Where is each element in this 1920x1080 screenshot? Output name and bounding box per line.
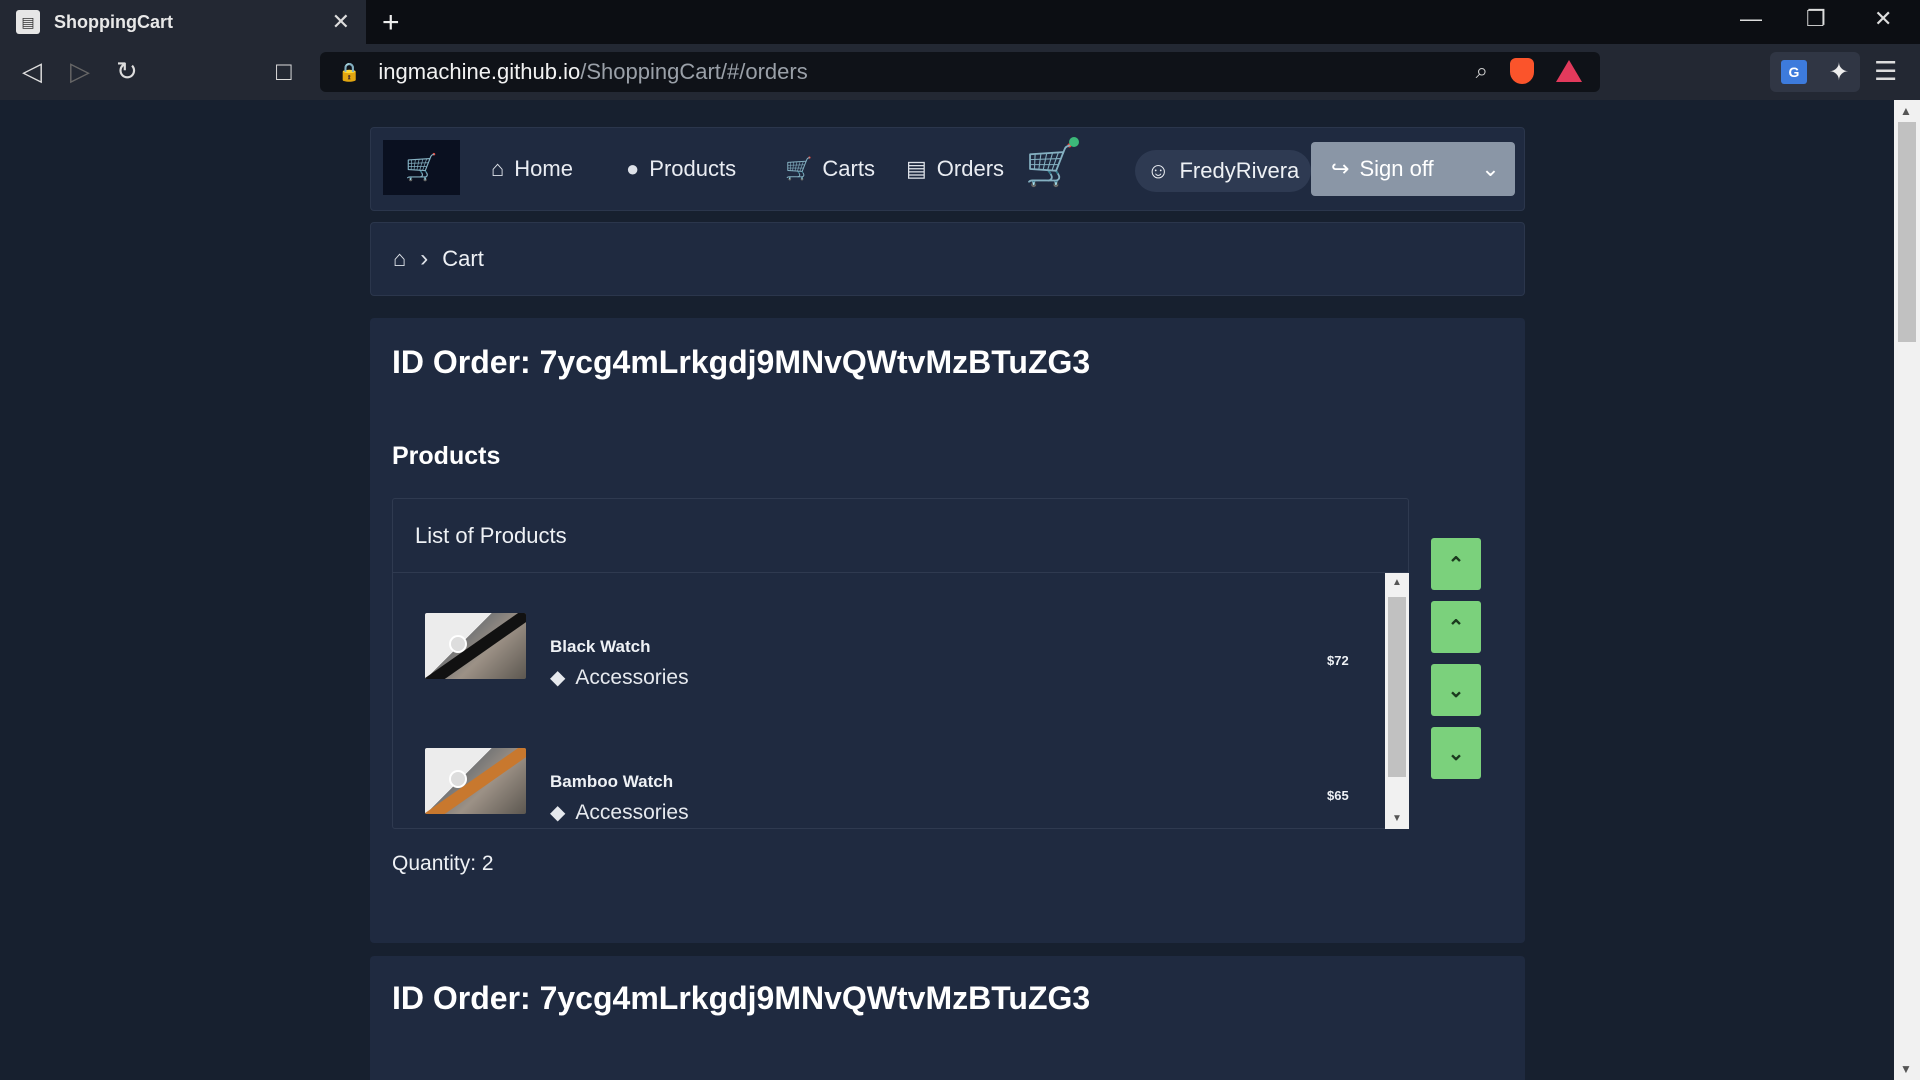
browser-tabbar: ▤ ShoppingCart ✕ + — ❐ ✕ — [0, 0, 1920, 44]
product-price: $72 — [1327, 653, 1349, 668]
page-favicon-icon: ▤ — [16, 10, 40, 34]
browser-menu-icon[interactable]: ☰ — [1874, 56, 1897, 87]
scroll-up-arrow-icon[interactable]: ▲ — [1392, 577, 1402, 588]
translate-icon[interactable]: G — [1780, 60, 1807, 84]
cart-icon: 🛒 — [785, 156, 813, 181]
home-icon: ⌂ — [491, 156, 505, 181]
scroll-top-button[interactable]: ⌃​ — [1431, 601, 1481, 653]
close-window-icon[interactable]: ✕ — [1874, 6, 1892, 32]
page-scrollbar-thumb[interactable] — [1898, 122, 1916, 342]
product-category-label: Accessories — [575, 665, 689, 689]
extensions-puzzle-icon[interactable]: ✦ — [1829, 58, 1849, 87]
scroll-bottom-button[interactable]: ⌄ — [1431, 727, 1481, 779]
breadcrumb: ⌂ › Cart — [370, 222, 1525, 296]
lock-icon: 🔒 — [338, 61, 361, 82]
product-list-body[interactable]: Black Watch ◆ Accessories $72 Bamboo Wat… — [393, 573, 1386, 829]
logo-cart-icon: 🛒 — [405, 152, 438, 182]
scroll-down-button[interactable]: ⌄ — [1431, 664, 1481, 716]
tag-icon: ◆ — [550, 667, 566, 689]
tab-title: ShoppingCart — [54, 11, 173, 32]
url-path: /ShoppingCart/#/orders — [580, 59, 808, 84]
order-title: ID Order: 7ycg4mLrkgdj9MNvQWtvMzBTuZG3 — [392, 344, 1091, 380]
product-name: Bamboo Watch — [550, 772, 674, 791]
sign-off-label: Sign off — [1359, 156, 1434, 181]
page-scrollbar[interactable]: ▲ ▼ — [1894, 100, 1920, 1080]
product-row[interactable]: Black Watch ◆ Accessories $72 — [393, 573, 1386, 693]
product-category: ◆ Accessories — [550, 665, 689, 690]
product-row[interactable]: Bamboo Watch ◆ Accessories $65 — [393, 708, 1386, 828]
close-tab-icon[interactable]: ✕ — [332, 9, 350, 35]
browser-tab[interactable]: ▤ ShoppingCart ✕ — [0, 0, 366, 44]
product-image — [425, 748, 526, 814]
address-bar[interactable]: 🔒 ingmachine.github.io/ShoppingCart/#/or… — [320, 52, 1600, 92]
product-list-scrollbar[interactable]: ▲ ▼ — [1385, 573, 1409, 829]
zoom-icon[interactable]: ⌕ — [1476, 58, 1488, 84]
chevron-down-icon[interactable]: ⌄ — [1466, 156, 1515, 182]
product-price: $65 — [1327, 788, 1349, 803]
nav-home-label: Home — [514, 156, 573, 181]
sign-off-button[interactable]: ↪ Sign off — [1311, 156, 1466, 182]
chevron-up-icon: ⌃ — [1447, 553, 1465, 576]
restore-icon[interactable]: ❐ — [1806, 6, 1826, 32]
user-icon: ☺ — [1147, 158, 1170, 183]
app-navbar: 🛒 ⌂ Home ● Products 🛒 Carts ▤ Orders 🛒 ☺… — [370, 127, 1525, 211]
nav-products[interactable]: ● Products — [626, 156, 736, 182]
scroll-down-arrow-icon[interactable]: ▼ — [1392, 813, 1402, 824]
brave-shields-icon[interactable] — [1510, 58, 1534, 84]
chevron-right-icon: › — [420, 245, 429, 272]
product-list-header: List of Products — [393, 499, 1408, 573]
minimize-icon[interactable]: — — [1740, 6, 1762, 32]
product-category-label: Accessories — [575, 800, 689, 824]
new-tab-icon[interactable]: + — [382, 6, 400, 40]
scroll-down-arrow-icon[interactable]: ▼ — [1900, 1062, 1912, 1076]
url-host: ingmachine.github.io — [378, 59, 581, 84]
products-heading: Products — [392, 442, 501, 470]
browser-toolbar: ◁ ▷ ↻ □ 🔒 ingmachine.github.io/ShoppingC… — [0, 44, 1920, 100]
back-icon[interactable]: ◁ — [22, 56, 42, 87]
scroll-up-arrow-icon[interactable]: ▲ — [1900, 104, 1912, 118]
order-title: ID Order: 7ycg4mLrkgdj9MNvQWtvMzBTuZG3 — [392, 980, 1091, 1016]
forward-icon[interactable]: ▷ — [70, 56, 90, 87]
breadcrumb-current: Cart — [442, 246, 484, 271]
bar-chart-icon: ▤ — [906, 156, 927, 181]
reload-icon[interactable]: ↻ — [116, 56, 138, 87]
sign-out-icon: ↪ — [1331, 156, 1350, 181]
tag-icon: ◆ — [550, 802, 566, 824]
double-chevron-up-icon: ⌃​ — [1447, 616, 1465, 639]
product-list-scrollbar-thumb[interactable] — [1388, 597, 1406, 777]
order-quantity: Quantity: 2 — [392, 852, 494, 875]
product-name: Black Watch — [550, 637, 651, 656]
sign-off-split-button: ↪ Sign off ⌄ — [1311, 142, 1515, 196]
app-logo[interactable]: 🛒 — [383, 140, 460, 195]
product-list: List of Products Black Watch ◆ Accessori… — [392, 498, 1409, 829]
nav-carts[interactable]: 🛒 Carts — [785, 156, 875, 182]
product-image — [425, 613, 526, 679]
cart-status-dot — [1069, 137, 1079, 147]
brave-rewards-icon[interactable] — [1556, 60, 1582, 82]
scroll-up-button[interactable]: ⌃ — [1431, 538, 1481, 590]
shopping-cart-icon[interactable]: 🛒 — [1025, 142, 1075, 189]
breadcrumb-home-icon[interactable]: ⌂ — [393, 246, 406, 272]
user-name: FredyRivera — [1179, 158, 1300, 183]
double-chevron-down-icon: ⌄ — [1447, 742, 1465, 765]
nav-home[interactable]: ⌂ Home — [491, 156, 573, 182]
nav-products-label: Products — [649, 156, 737, 181]
extensions-area: G ✦ — [1770, 52, 1860, 92]
order-card: ID Order: 7ycg4mLrkgdj9MNvQWtvMzBTuZG3 — [370, 956, 1525, 1080]
user-profile-chip[interactable]: ☺ FredyRivera — [1135, 150, 1312, 192]
bookmark-icon[interactable]: □ — [276, 56, 292, 87]
chevron-down-icon: ⌄ — [1447, 679, 1465, 702]
apple-icon: ● — [626, 156, 640, 181]
product-category: ◆ Accessories — [550, 800, 689, 825]
nav-orders-label: Orders — [936, 156, 1005, 181]
order-card: ID Order: 7ycg4mLrkgdj9MNvQWtvMzBTuZG3 P… — [370, 318, 1525, 943]
nav-orders[interactable]: ▤ Orders — [906, 156, 1004, 182]
nav-carts-label: Carts — [822, 156, 875, 181]
